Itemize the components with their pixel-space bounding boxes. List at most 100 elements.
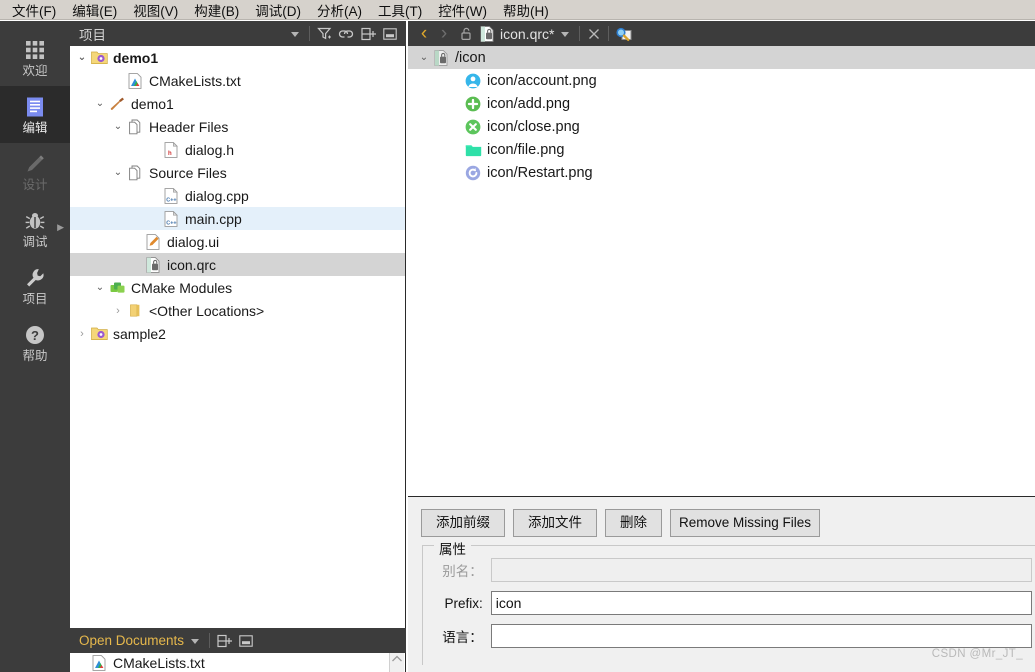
watermark: CSDN @Mr_JT_ — [931, 648, 1023, 660]
link-icon[interactable] — [335, 21, 357, 46]
chevron-right-icon: ▶ — [57, 222, 64, 232]
editor-current-file[interactable]: icon.qrc* — [476, 26, 554, 42]
menu-item-debug-label: 调试(D) — [255, 3, 301, 19]
chevron-up-icon — [392, 655, 402, 662]
activity-item-help[interactable]: ? 帮助 — [0, 314, 70, 371]
resource-row-prefix-icon[interactable]: ⌄ /icon — [408, 46, 1035, 69]
chevron-right-icon[interactable]: › — [110, 305, 126, 317]
grid-icon — [24, 38, 46, 62]
menu-item-build-label: 构建(B) — [194, 3, 240, 19]
minimize-icon[interactable] — [235, 628, 257, 653]
editor-file-dropdown-icon[interactable] — [554, 21, 576, 46]
open-documents-scrollbar[interactable] — [389, 653, 404, 672]
tree-row-label: icon.qrc — [167, 256, 217, 273]
chevron-down-icon[interactable]: ⌄ — [92, 282, 108, 293]
activity-item-welcome[interactable]: 欢迎 — [0, 29, 70, 86]
resource-row-account-png[interactable]: › icon/account.png — [408, 69, 1035, 92]
close-icon[interactable] — [583, 21, 605, 46]
activity-item-projects[interactable]: 项目 — [0, 257, 70, 314]
prefix-field[interactable]: icon — [490, 591, 1032, 615]
chevron-down-icon[interactable]: ⌄ — [416, 52, 432, 63]
ui-file-icon — [144, 233, 162, 251]
navigate-back-button[interactable]: ‹ — [414, 21, 434, 46]
filter-icon[interactable] — [313, 21, 335, 46]
open-document-item-cmakelists[interactable]: › CMakeLists.txt — [70, 653, 405, 672]
tree-row-sample2[interactable]: › sample2 — [70, 322, 405, 345]
tree-row-dialog-h[interactable]: › h dialog.h — [70, 138, 405, 161]
activity-item-edit[interactable]: 编辑 — [0, 86, 70, 143]
tree-row-label: CMake Modules — [131, 279, 233, 296]
open-documents-dropdown-icon[interactable] — [184, 628, 206, 653]
activity-bar: 欢迎 编辑 设计 ▶ 调试 项目 ? 帮助 — [0, 21, 70, 672]
cpp-file-icon: C++ — [162, 210, 180, 228]
tree-row-dialog-ui[interactable]: › dialog.ui — [70, 230, 405, 253]
unlocked-icon[interactable] — [456, 21, 476, 46]
tree-row-dialog-cpp[interactable]: › C++ dialog.cpp — [70, 184, 405, 207]
menu-item-edit[interactable]: 编辑(E) — [64, 0, 125, 21]
menu-item-debug[interactable]: 调试(D) — [247, 0, 309, 21]
project-tree[interactable]: ⌄ demo1 › CMakeLists.txt — [70, 46, 406, 628]
resource-tree[interactable]: ⌄ /icon › icon/account.png — [408, 46, 1035, 495]
divider — [209, 633, 211, 648]
add-prefix-button[interactable]: 添加前缀 — [421, 509, 505, 537]
tree-row-header-files[interactable]: ⌄ Header Files — [70, 115, 405, 138]
language-field[interactable] — [490, 624, 1032, 648]
project-dock-header: 项目 — [70, 21, 406, 46]
resource-row-file-png[interactable]: › icon/file.png — [408, 138, 1035, 161]
chevron-down-icon[interactable]: ⌄ — [110, 167, 126, 178]
tree-row-icon-qrc[interactable]: › icon.qrc — [70, 253, 405, 276]
tree-row-main-cpp[interactable]: › C++ main.cpp — [70, 207, 405, 230]
activity-item-welcome-label: 欢迎 — [22, 63, 48, 78]
menu-item-tools[interactable]: 工具(T) — [370, 0, 430, 21]
chevron-right-icon[interactable]: › — [74, 328, 90, 340]
menu-item-widgets[interactable]: 控件(W) — [430, 0, 495, 21]
chevron-down-icon[interactable]: ⌄ — [110, 121, 126, 132]
back-chevron-icon: ‹ — [420, 23, 428, 44]
tree-row-label: demo1 — [131, 95, 174, 112]
split-editor-icon[interactable] — [612, 21, 634, 46]
chevron-down-icon[interactable]: ⌄ — [74, 52, 90, 63]
menu-item-view[interactable]: 视图(V) — [125, 0, 186, 21]
tree-row-cmakelists[interactable]: › CMakeLists.txt — [70, 69, 405, 92]
navigate-forward-button[interactable]: › — [434, 21, 454, 46]
menu-bar: 文件(F) 编辑(E) 视图(V) 构建(B) 调试(D) 分析(A) 工具(T… — [0, 0, 1035, 20]
tree-row-source-files[interactable]: ⌄ Source Files — [70, 161, 405, 184]
tree-row-cmake-modules[interactable]: ⌄ CMake Modules — [70, 276, 405, 299]
open-documents-list[interactable]: › CMakeLists.txt — [70, 653, 406, 672]
resource-row-restart-png[interactable]: › icon/Restart.png — [408, 161, 1035, 184]
activity-item-design: 设计 — [0, 143, 70, 200]
tree-row-demo1-target[interactable]: ⌄ demo1 — [70, 92, 405, 115]
activity-item-debug[interactable]: ▶ 调试 — [0, 200, 70, 257]
menu-item-help[interactable]: 帮助(H) — [495, 0, 557, 21]
activity-item-help-label: 帮助 — [22, 348, 48, 363]
editor-header: ‹ › icon.qrc* — [408, 21, 1035, 46]
split-add-icon[interactable] — [357, 21, 379, 46]
add-file-button[interactable]: 添加文件 — [513, 509, 597, 537]
tree-row-label: demo1 — [113, 49, 159, 66]
resource-row-close-png[interactable]: › icon/close.png — [408, 115, 1035, 138]
cmake-file-icon — [126, 72, 144, 90]
resource-row-add-png[interactable]: › icon/add.png — [408, 92, 1035, 115]
tree-row-label: <Other Locations> — [149, 302, 265, 319]
tree-row-label: dialog.h — [185, 141, 235, 158]
menu-item-file[interactable]: 文件(F) — [4, 0, 64, 21]
menu-item-analyze[interactable]: 分析(A) — [309, 0, 370, 21]
project-folder-icon — [90, 49, 108, 67]
menu-item-build[interactable]: 构建(B) — [186, 0, 247, 21]
divider — [579, 26, 581, 41]
prefix-qrc-icon — [432, 49, 450, 67]
forward-chevron-icon: › — [440, 23, 448, 44]
chevron-down-icon[interactable]: ⌄ — [92, 98, 108, 109]
tree-row-other-locations[interactable]: › <Other Locations> — [70, 299, 405, 322]
remove-missing-files-button[interactable]: Remove Missing Files — [670, 509, 821, 537]
menu-item-view-label: 视图(V) — [133, 3, 179, 19]
prefix-row: Prefix: icon — [422, 590, 1032, 616]
project-filter-dropdown-icon[interactable] — [284, 21, 306, 46]
tree-row-demo1[interactable]: ⌄ demo1 — [70, 46, 405, 69]
minimize-icon[interactable] — [379, 21, 401, 46]
tree-row-label: CMakeLists.txt — [149, 72, 241, 89]
open-documents-title: Open Documents — [79, 633, 185, 648]
split-add-icon[interactable] — [213, 628, 235, 653]
prefix-label: Prefix: — [444, 595, 483, 611]
remove-button[interactable]: 删除 — [605, 509, 662, 537]
